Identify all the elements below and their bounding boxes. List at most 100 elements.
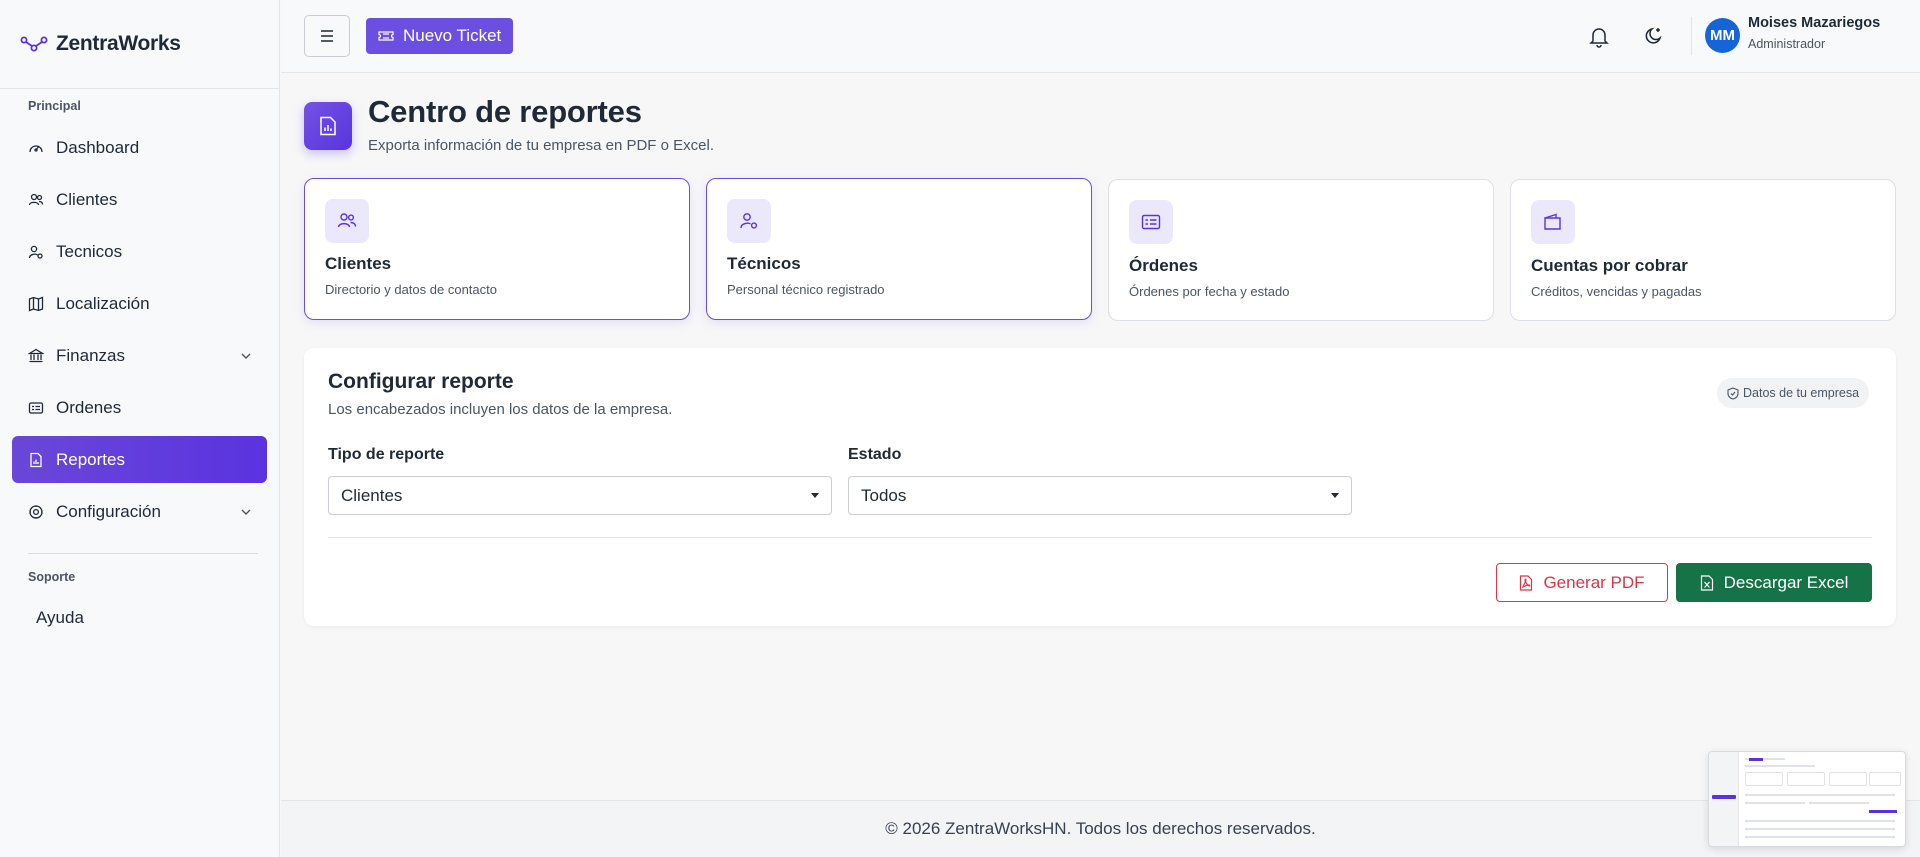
card-title: Cuentas por cobrar: [1531, 256, 1688, 275]
report-type-value: Clientes: [341, 485, 403, 505]
sidebar-nav: Dashboard Clientes Tecnicos Localización…: [12, 124, 267, 540]
chevron-down-icon: [241, 509, 251, 515]
card-title: Clientes: [325, 254, 392, 273]
download-excel-button[interactable]: Descargar Excel: [1676, 563, 1872, 602]
thumbnail-sidebar: [1709, 752, 1739, 846]
report-icon: [28, 452, 44, 468]
panel-divider: [328, 537, 1872, 538]
gauge-icon: [28, 140, 44, 156]
thumbnail-line: [1745, 765, 1815, 767]
shield-check-icon: [1727, 386, 1739, 400]
thumbnail-card: [1869, 772, 1901, 786]
sidebar-item-tecnicos[interactable]: Tecnicos: [12, 228, 267, 275]
thumbnail-line: [1809, 802, 1869, 804]
moon-stars-icon[interactable]: [1643, 25, 1665, 47]
page-title: Centro de reportes: [368, 94, 642, 129]
page-preview-thumbnail[interactable]: [1708, 751, 1906, 847]
users-icon: [325, 199, 369, 243]
header-divider: [1691, 17, 1692, 55]
thumbnail-card: [1829, 772, 1867, 786]
users-icon: [28, 192, 44, 208]
report-card-tecnicos[interactable]: Técnicos Personal técnico registrado: [706, 178, 1092, 320]
status-value: Todos: [861, 485, 907, 505]
sidebar-item-finanzas[interactable]: Finanzas: [12, 332, 267, 379]
wallet-icon: [1531, 200, 1575, 244]
thumbnail-line: [1745, 820, 1895, 822]
thumbnail-line: [1745, 802, 1805, 804]
thumbnail-card: [1787, 772, 1825, 786]
thumbnail-line: [1745, 828, 1895, 830]
pdf-button-label: Generar PDF: [1543, 572, 1645, 592]
sidebar-item-ayuda[interactable]: Ayuda: [36, 608, 84, 628]
panel-title: Configurar reporte: [328, 370, 514, 393]
sidebar-item-label: Ordenes: [56, 397, 122, 417]
card-description: Directorio y datos de contacto: [325, 282, 497, 297]
card-title: Órdenes: [1129, 256, 1198, 275]
sidebar-item-clientes[interactable]: Clientes: [12, 176, 267, 223]
thumbnail-line: [1745, 794, 1895, 796]
sidebar-item-label: Reportes: [56, 449, 125, 469]
sidebar-item-label: Clientes: [56, 189, 118, 209]
card-list-icon: [28, 400, 44, 416]
top-header: Nuevo Ticket MM Moises Mazariegos Admini…: [281, 0, 1920, 73]
company-data-badge: Datos de tu empresa: [1717, 378, 1870, 408]
sidebar-item-label: Tecnicos: [56, 241, 123, 261]
technician-icon: [28, 244, 44, 260]
gear-icon: [28, 504, 44, 520]
new-ticket-label: Nuevo Ticket: [403, 26, 502, 45]
status-select[interactable]: Todos: [848, 476, 1352, 515]
report-card-clientes[interactable]: Clientes Directorio y datos de contacto: [304, 178, 690, 320]
brand-name: ZentraWorks: [56, 32, 181, 55]
ticket-icon: [378, 31, 394, 41]
sidebar-item-label: Dashboard: [56, 137, 140, 157]
card-description: Personal técnico registrado: [727, 282, 885, 297]
configure-report-panel: Configurar reporte Los encabezados inclu…: [304, 348, 1896, 626]
network-logo-icon: [20, 36, 48, 52]
card-description: Créditos, vencidas y pagadas: [1531, 284, 1702, 299]
bank-icon: [28, 348, 44, 364]
report-card-cuentas-por-cobrar[interactable]: Cuentas por cobrar Créditos, vencidas y …: [1510, 179, 1896, 321]
new-ticket-button[interactable]: Nuevo Ticket: [366, 18, 514, 54]
hamburger-icon: [321, 30, 333, 42]
panel-subtitle: Los encabezados incluyen los datos de la…: [328, 401, 673, 418]
thumbnail-card: [1745, 772, 1783, 786]
sidebar-item-label: Finanzas: [56, 345, 125, 365]
sidebar: ZentraWorks Principal Dashboard Clientes…: [0, 0, 280, 857]
report-icon: [304, 102, 352, 150]
user-name[interactable]: Moises Mazariegos: [1748, 15, 1880, 31]
sidebar-item-reportes[interactable]: Reportes: [12, 436, 267, 483]
sidebar-item-label: Configuración: [56, 501, 161, 521]
file-pdf-icon: [1520, 574, 1533, 591]
thumbnail-accent: [1749, 758, 1763, 761]
sidebar-item-configuracion[interactable]: Configuración: [12, 488, 267, 535]
section-label-principal: Principal: [28, 99, 81, 113]
brand[interactable]: ZentraWorks: [0, 0, 279, 89]
technician-icon: [727, 199, 771, 243]
bell-icon[interactable]: [1589, 26, 1609, 48]
card-title: Técnicos: [727, 254, 801, 273]
page-subtitle: Exporta información de tu empresa en PDF…: [368, 137, 714, 154]
avatar[interactable]: MM: [1705, 18, 1740, 53]
footer: © 2026 ZentraWorksHN. Todos los derechos…: [281, 800, 1920, 857]
sidebar-divider: [28, 553, 258, 554]
card-list-icon: [1129, 200, 1173, 244]
report-type-label: Tipo de reporte: [328, 446, 445, 463]
report-type-select[interactable]: Clientes: [328, 476, 832, 515]
thumbnail-line: [1745, 836, 1895, 838]
thumbnail-active-item: [1712, 795, 1736, 799]
section-label-soporte: Soporte: [28, 570, 76, 584]
caret-down-icon: [811, 493, 819, 498]
generate-pdf-button[interactable]: Generar PDF: [1496, 563, 1668, 602]
report-card-ordenes[interactable]: Órdenes Órdenes por fecha y estado: [1108, 179, 1494, 321]
sidebar-item-ordenes[interactable]: Ordenes: [12, 384, 267, 431]
sidebar-item-localizacion[interactable]: Localización: [12, 280, 267, 327]
badge-label: Datos de tu empresa: [1743, 386, 1860, 400]
footer-text: © 2026 ZentraWorksHN. Todos los derechos…: [885, 819, 1316, 838]
caret-down-icon: [1331, 493, 1339, 498]
sidebar-item-dashboard[interactable]: Dashboard: [12, 124, 267, 171]
card-description: Órdenes por fecha y estado: [1129, 284, 1290, 299]
thumbnail-accent: [1869, 810, 1897, 813]
excel-button-label: Descargar Excel: [1723, 572, 1849, 592]
sidebar-item-label: Localización: [56, 293, 150, 313]
menu-toggle-button[interactable]: [304, 15, 350, 57]
